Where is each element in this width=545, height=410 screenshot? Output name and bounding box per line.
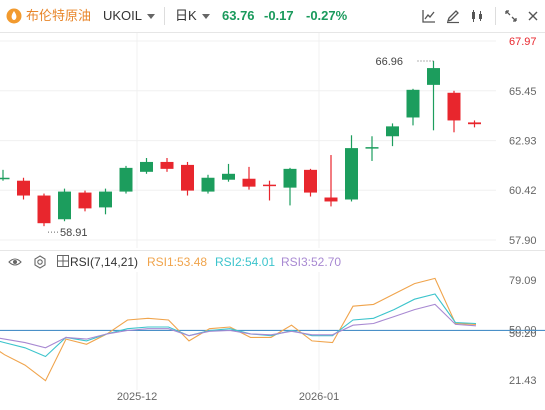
x-tick-label: 2025-12 bbox=[117, 391, 157, 403]
candle-body bbox=[263, 184, 276, 187]
y-tick-label: 65.45 bbox=[509, 86, 537, 98]
candle-body bbox=[160, 161, 174, 169]
candle-body bbox=[468, 122, 481, 125]
candle-body bbox=[0, 177, 10, 180]
rsi-legend: RSI(7,14,21) RSI1:53.48 RSI2:54.01 RSI3:… bbox=[0, 252, 400, 272]
candle-body bbox=[222, 173, 235, 180]
candle-body bbox=[140, 161, 153, 172]
min-price-label: 58.91 bbox=[60, 227, 88, 239]
candle-body bbox=[17, 180, 30, 196]
rsi2-label: RSI2:54.01 bbox=[215, 255, 276, 269]
indicator-settings-icon[interactable] bbox=[468, 7, 486, 25]
close-icon[interactable] bbox=[524, 7, 542, 25]
rsi-series-rsi2 bbox=[0, 293, 477, 358]
candle-body bbox=[37, 195, 51, 224]
rsi-label: RSI(7,14,21) bbox=[70, 255, 139, 269]
candlestick-chart[interactable]: 67.97 65.45 62.93 60.42 57.90 66.96 58.91 bbox=[0, 33, 545, 248]
grid-icon[interactable] bbox=[57, 255, 69, 267]
candle-body bbox=[304, 169, 317, 193]
candle-body bbox=[345, 148, 358, 200]
price-change: -0.17 bbox=[264, 8, 294, 23]
y-tick-label: 67.97 bbox=[509, 36, 537, 48]
rsi-y-tick-label: 21.43 bbox=[509, 375, 537, 387]
period-selector[interactable]: 日K bbox=[175, 8, 197, 24]
candle-body bbox=[427, 68, 440, 85]
candle-body bbox=[58, 191, 71, 220]
candle-body bbox=[78, 192, 92, 209]
period-dropdown-icon[interactable] bbox=[202, 14, 210, 20]
candle-body bbox=[181, 164, 194, 191]
max-price-label: 66.96 bbox=[376, 56, 404, 68]
price-change-percent: -0.27% bbox=[306, 8, 348, 23]
candle-body bbox=[119, 167, 133, 192]
rsi3-label: RSI3:52.70 bbox=[281, 255, 342, 269]
candle-body bbox=[242, 178, 256, 187]
rsi-series-rsi1 bbox=[0, 277, 477, 382]
eye-icon[interactable] bbox=[8, 255, 22, 269]
rsi-y-tick-label: 79.09 bbox=[509, 275, 537, 287]
draw-pencil-icon[interactable] bbox=[444, 7, 462, 25]
settings-icon[interactable] bbox=[33, 255, 47, 269]
last-price: 63.76 bbox=[222, 8, 255, 23]
expand-icon[interactable] bbox=[502, 7, 520, 25]
candle-body bbox=[447, 92, 461, 121]
x-tick-label: 2026-01 bbox=[299, 391, 339, 403]
candle-body bbox=[201, 177, 215, 192]
y-tick-label: 60.42 bbox=[509, 185, 537, 197]
line-chart-icon[interactable] bbox=[420, 7, 438, 25]
candle-body bbox=[324, 197, 338, 202]
chart-header: 布伦特原油 UKOIL 日K 63.76 -0.17 -0.27% bbox=[0, 0, 545, 32]
instrument-name[interactable]: 布伦特原油 bbox=[26, 8, 91, 24]
candle-body bbox=[406, 89, 420, 118]
candle-body bbox=[365, 147, 379, 149]
instrument-logo-icon bbox=[6, 8, 22, 24]
rsi-series-rsi3 bbox=[0, 303, 477, 349]
candle-body bbox=[283, 168, 297, 188]
candle-body bbox=[99, 191, 112, 208]
candle-body bbox=[386, 126, 399, 137]
rsi-chart[interactable]: 79.0950.0050.2021.432025-12 2026-01 bbox=[0, 272, 545, 410]
rsi1-label: RSI1:53.48 bbox=[147, 255, 208, 269]
instrument-symbol[interactable]: UKOIL bbox=[103, 8, 142, 24]
symbol-dropdown-icon[interactable] bbox=[147, 14, 155, 20]
y-tick-label: 57.90 bbox=[509, 235, 537, 247]
y-tick-label: 62.93 bbox=[509, 136, 537, 148]
